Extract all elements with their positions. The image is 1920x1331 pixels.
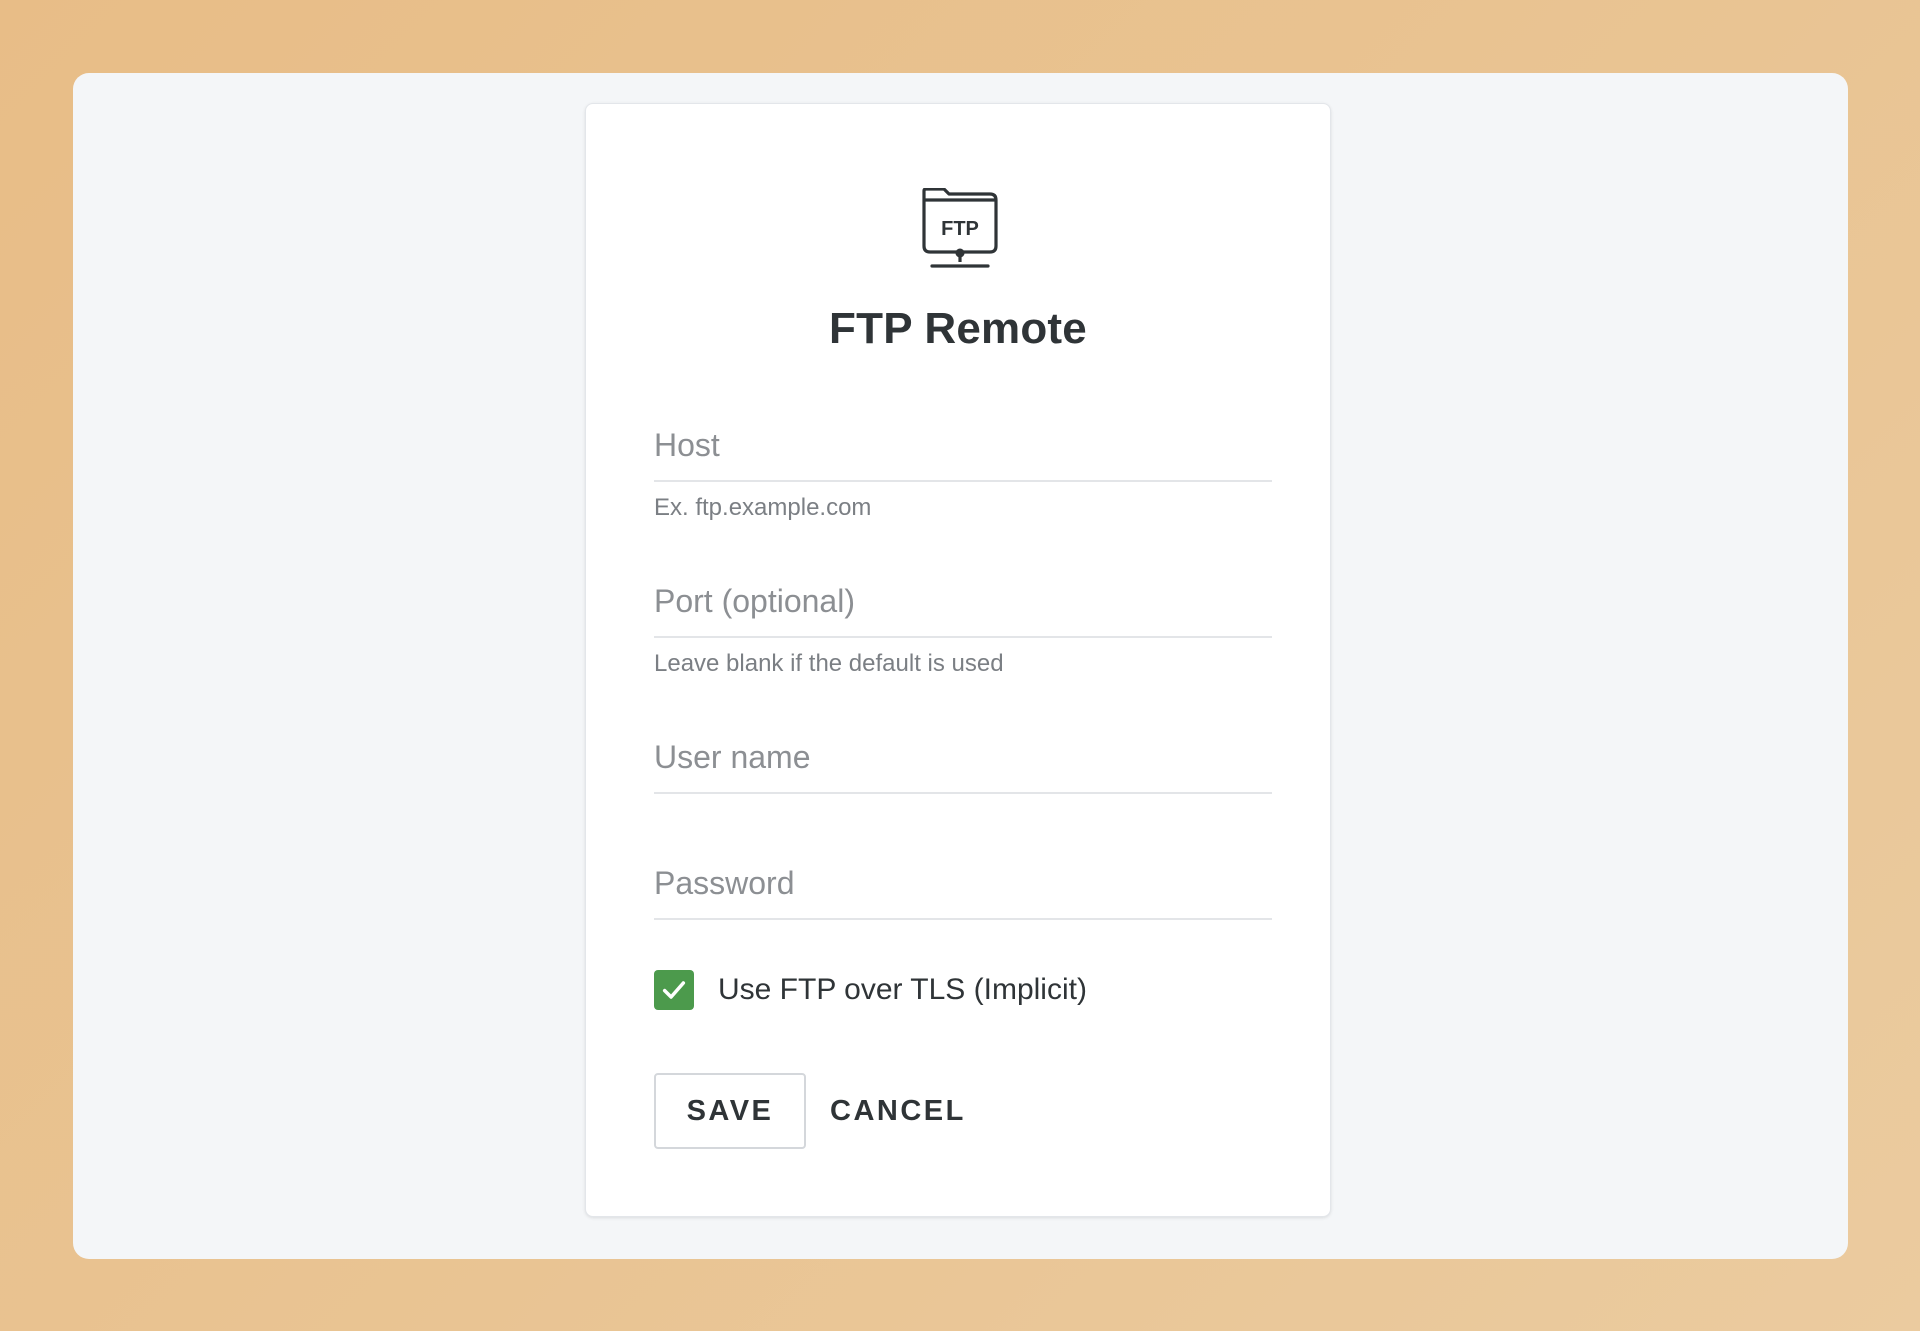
password-input[interactable]	[654, 860, 1272, 920]
port-field: Leave blank if the default is used	[654, 578, 1272, 678]
logo-text: FTP	[941, 218, 979, 240]
tls-option: Use FTP over TLS (Implicit)	[654, 970, 1087, 1010]
username-field	[654, 734, 1272, 794]
host-hint: Ex. ftp.example.com	[654, 494, 872, 521]
tls-checkbox[interactable]	[654, 970, 694, 1010]
port-hint: Leave blank if the default is used	[654, 650, 1004, 677]
host-input[interactable]	[654, 422, 1272, 482]
app-window: FTP FTP Remote Ex. ftp.example.com Leave…	[73, 73, 1848, 1259]
ftp-remote-dialog: FTP FTP Remote Ex. ftp.example.com Leave…	[585, 103, 1331, 1217]
tls-label[interactable]: Use FTP over TLS (Implicit)	[718, 973, 1087, 1007]
dialog-actions: SAVE CANCEL	[654, 1073, 980, 1149]
ftp-folder-network-icon: FTP	[922, 188, 998, 268]
password-field	[654, 860, 1272, 920]
save-button[interactable]: SAVE	[654, 1073, 806, 1149]
page-title: FTP Remote	[829, 304, 1087, 353]
username-input[interactable]	[654, 734, 1272, 794]
cancel-button[interactable]: CANCEL	[816, 1073, 980, 1149]
check-icon	[662, 981, 686, 999]
host-field: Ex. ftp.example.com	[654, 422, 1272, 522]
port-input[interactable]	[654, 578, 1272, 638]
